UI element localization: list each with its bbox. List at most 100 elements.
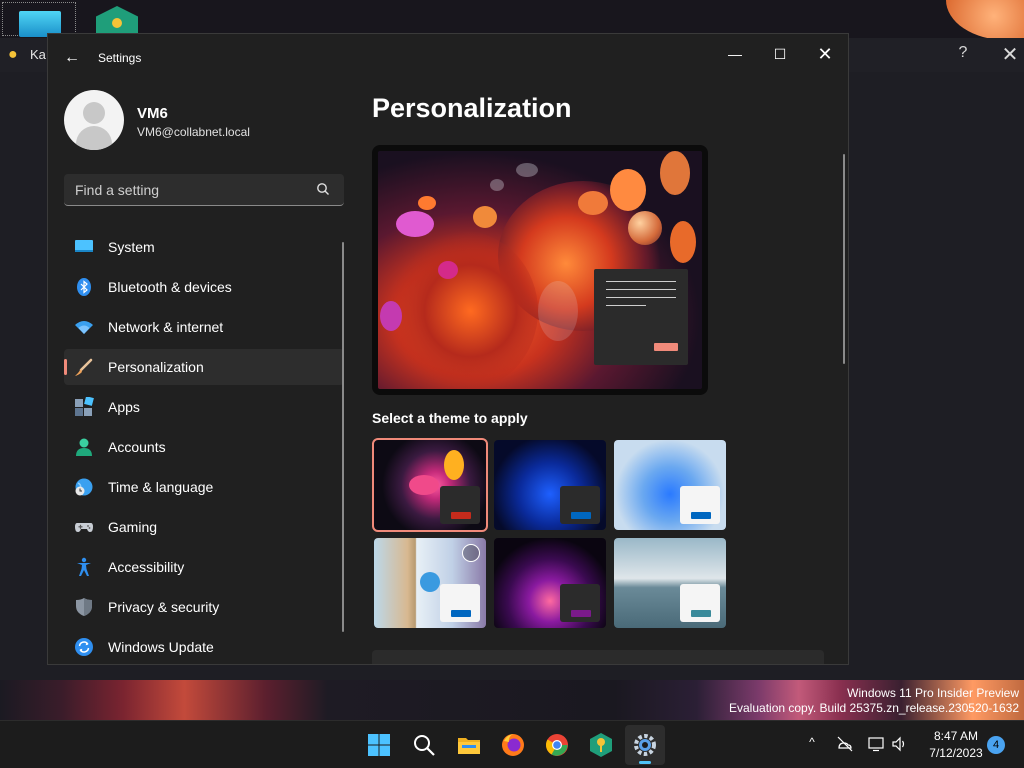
notification-badge[interactable]: 4	[987, 736, 1005, 754]
preview-accent-button	[654, 343, 678, 351]
tray-overflow-chevron[interactable]: ^	[804, 735, 820, 755]
background-app-title: Ka	[30, 47, 46, 62]
display-icon[interactable]	[868, 735, 886, 753]
search-icon	[414, 735, 435, 756]
firefox-button[interactable]	[493, 725, 533, 765]
volume-icon[interactable]	[891, 735, 909, 753]
chrome-button[interactable]	[537, 725, 577, 765]
maximize-button[interactable]: ☐	[760, 40, 800, 68]
sidebar-item-network[interactable]: Network & internet	[64, 309, 344, 345]
sidebar-item-bluetooth[interactable]: Bluetooth & devices	[64, 269, 344, 305]
page-title: Personalization	[372, 93, 572, 123]
search-box[interactable]	[64, 174, 344, 206]
theme-accent-bar	[571, 512, 591, 519]
theme-captured-motion[interactable]	[494, 538, 606, 628]
settings-window: ← Settings — ☐ ✕ VM6 VM6@collabnet.local…	[47, 33, 849, 665]
avatar[interactable]	[64, 90, 124, 150]
sidebar-item-time-language[interactable]: Time & language	[64, 469, 344, 505]
help-button[interactable]: ?	[955, 44, 971, 62]
sidebar-item-label: Network & internet	[108, 319, 224, 335]
sidebar-scrollbar[interactable]	[342, 242, 344, 632]
back-button[interactable]: ←	[62, 48, 82, 68]
wifi-icon	[75, 321, 93, 334]
sidebar-item-personalization[interactable]: Personalization	[64, 349, 344, 385]
titlebar: ← Settings — ☐ ✕	[48, 34, 848, 82]
user-name: VM6	[137, 105, 168, 122]
preview-dialog	[594, 269, 688, 365]
search-input[interactable]	[64, 174, 314, 205]
sidebar-item-label: System	[108, 239, 155, 255]
theme-card	[560, 584, 600, 622]
sidebar-item-windows-update[interactable]: Windows Update	[64, 629, 344, 664]
sidebar-item-label: Time & language	[108, 479, 214, 495]
file-explorer-icon	[458, 738, 480, 754]
start-icon	[368, 734, 390, 756]
sidebar-item-accessibility[interactable]: Accessibility	[64, 549, 344, 585]
sidebar-item-label: Bluetooth & devices	[108, 279, 232, 295]
sidebar-item-system[interactable]: System	[64, 229, 344, 265]
file-explorer-button[interactable]	[449, 725, 489, 765]
close-button[interactable]: ✕	[805, 40, 845, 68]
theme-accent-bar	[451, 610, 471, 617]
sidebar-item-apps[interactable]: Apps	[64, 389, 344, 425]
key-icon: ●	[8, 46, 18, 63]
network-disconnected-icon[interactable]	[836, 735, 854, 753]
desktop-icon-computer[interactable]	[2, 2, 76, 37]
theme-sunrise-flow[interactable]	[614, 538, 726, 628]
sidebar-item-label: Accessibility	[108, 559, 185, 575]
theme-glow[interactable]	[372, 438, 488, 532]
start-button[interactable]	[359, 725, 399, 765]
accessibility-icon	[77, 557, 91, 576]
sidebar-item-label: Personalization	[108, 359, 204, 375]
brush-icon	[75, 358, 93, 376]
sidebar-item-label: Windows Update	[108, 639, 214, 655]
theme-windows-light[interactable]	[614, 440, 726, 530]
theme-card	[680, 584, 720, 622]
theme-accent-bar	[691, 512, 711, 519]
theme-accent-bar	[571, 610, 591, 617]
sidebar-item-label: Accounts	[108, 439, 166, 455]
chrome-icon	[546, 734, 568, 756]
minimize-button[interactable]: —	[715, 40, 755, 68]
watermark-edition: Windows 11 Pro Insider Preview	[847, 686, 1019, 700]
firefox-icon	[502, 734, 524, 756]
taskbar: ^ 8:47 AM 7/12/2023 4	[0, 720, 1024, 768]
sidebar-item-label: Gaming	[108, 519, 158, 535]
sidebar-item-label: Privacy & security	[108, 599, 220, 615]
keepass-button[interactable]	[581, 725, 621, 765]
shield-icon	[76, 598, 92, 616]
desktop-icon-keepass[interactable]	[96, 6, 138, 48]
theme-card	[560, 486, 600, 524]
bluetooth-icon	[77, 278, 91, 296]
navigation-list: System Bluetooth & devices Network & int…	[64, 229, 344, 664]
update-icon	[75, 638, 93, 656]
search-icon[interactable]	[316, 182, 330, 196]
background-close-button[interactable]: ✕	[998, 42, 1022, 67]
content-scrollbar[interactable]	[843, 154, 845, 364]
sidebar-item-accounts[interactable]: Accounts	[64, 429, 344, 465]
theme-card	[680, 486, 720, 524]
settings-icon	[634, 734, 656, 756]
theme-preview	[372, 145, 708, 395]
keepass-icon	[590, 733, 612, 757]
sidebar-item-label: Apps	[108, 399, 140, 415]
theme-accent-bar	[691, 610, 711, 617]
theme-windows-dark[interactable]	[494, 440, 606, 530]
apps-icon	[75, 397, 94, 416]
watermark-build: Evaluation copy. Build 25375.zn_release.…	[729, 701, 1019, 715]
settings-taskbar-button[interactable]	[625, 725, 665, 765]
settings-card[interactable]	[372, 650, 824, 664]
wallpaper-preview	[378, 151, 702, 389]
theme-spotlight[interactable]	[374, 538, 486, 628]
taskbar-search-button[interactable]	[404, 725, 444, 765]
user-email: VM6@collabnet.local	[137, 125, 250, 139]
themes-label: Select a theme to apply	[372, 410, 528, 426]
sidebar-item-gaming[interactable]: Gaming	[64, 509, 344, 545]
clock-date[interactable]: 7/12/2023	[920, 746, 992, 760]
wallpaper-orb	[946, 0, 1024, 40]
controller-icon	[75, 523, 93, 532]
globe-clock-icon	[75, 478, 93, 496]
clock-time[interactable]: 8:47 AM	[920, 729, 992, 743]
sidebar-item-privacy[interactable]: Privacy & security	[64, 589, 344, 625]
theme-card	[440, 486, 480, 524]
